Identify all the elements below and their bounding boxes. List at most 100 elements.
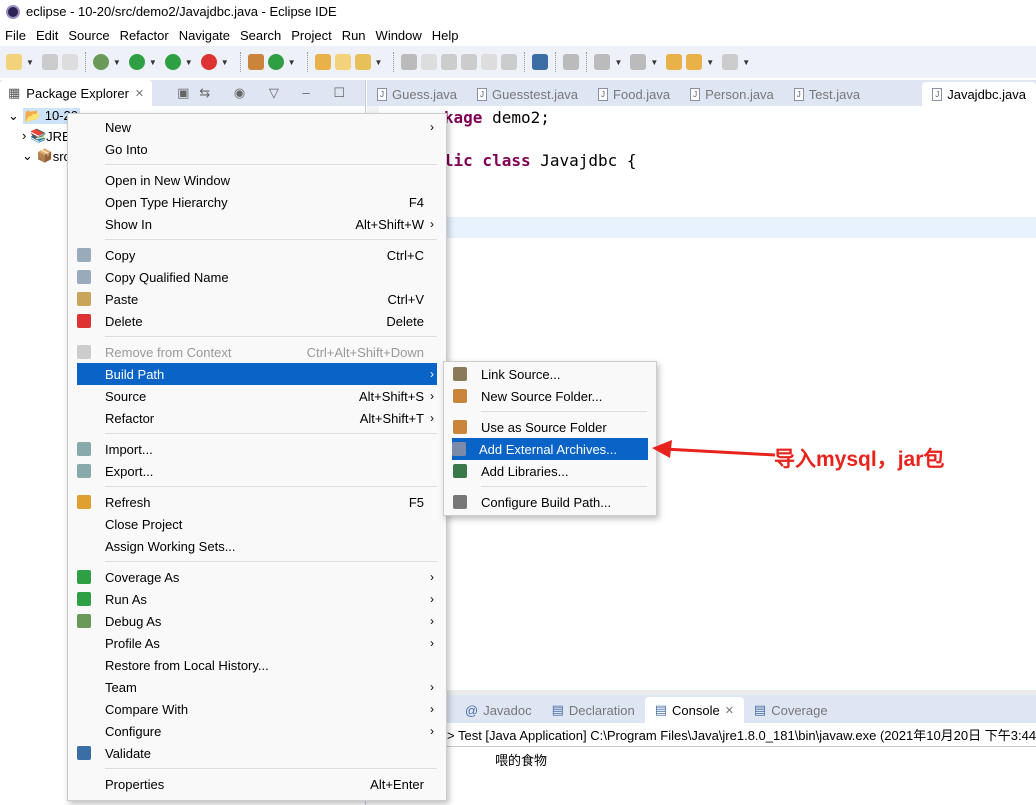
editor-tab-food-java[interactable]: J Food.java xyxy=(588,82,680,106)
build-path-submenu: Link Source... New Source Folder... Use as… xyxy=(443,361,657,516)
submenu-arrow-icon: › xyxy=(430,217,434,231)
editor-tab-guess-java[interactable]: J Guess.java xyxy=(367,82,467,106)
search-icon[interactable] xyxy=(354,54,371,70)
editor-tabs: J Guess.java J Guesstest.java J Food.java J Per… xyxy=(367,80,1036,106)
menu-item-use-as-source-folder[interactable]: Use as Source Folder xyxy=(444,416,656,438)
bottom-tab-console[interactable]: ▤ Console ✕ xyxy=(644,697,744,723)
menu-file[interactable]: File xyxy=(0,28,31,43)
menu-item-label: Refactor xyxy=(105,410,155,426)
menu-project[interactable]: Project xyxy=(286,28,336,43)
menu-item-compare-with[interactable]: Compare With › xyxy=(68,698,446,720)
menu-item-restore-from-local-history[interactable]: Restore from Local History... xyxy=(68,654,446,676)
menu-item-profile-as[interactable]: Profile As › xyxy=(68,632,446,654)
menu-item-import[interactable]: Import... xyxy=(68,438,446,460)
menu-item-refresh[interactable]: Refresh F5 xyxy=(68,491,446,513)
external-tools-icon[interactable] xyxy=(200,54,217,70)
editor-tab-person-java[interactable]: J Person.java xyxy=(680,82,784,106)
delete-icon xyxy=(77,314,91,328)
new-icon[interactable] xyxy=(6,54,22,70)
menu-search[interactable]: Search xyxy=(235,28,286,43)
toggle-icon[interactable] xyxy=(441,54,458,70)
open-folder-icon[interactable] xyxy=(334,54,351,70)
menu-item-coverage-as[interactable]: Coverage As › xyxy=(68,566,446,588)
menu-item-remove-from-context[interactable]: Remove from Context Ctrl+Alt+Shift+Down xyxy=(68,341,446,363)
bottom-tab-declaration[interactable]: ▤ Declaration xyxy=(542,697,645,723)
back-icon[interactable] xyxy=(686,54,703,70)
shortcut: Alt+Enter xyxy=(370,776,424,792)
menu-item-assign-working-sets[interactable]: Assign Working Sets... xyxy=(68,535,446,557)
format-icon[interactable] xyxy=(481,54,498,70)
editor-tab-javajdbc-java[interactable]: J Javajdbc.java xyxy=(922,82,1036,106)
new-package-icon[interactable] xyxy=(247,54,264,70)
prev-annotation-icon[interactable] xyxy=(630,54,647,70)
menu-item-link-source[interactable]: Link Source... xyxy=(444,363,656,385)
menu-item-label: Paste xyxy=(105,291,139,307)
menu-item-source[interactable]: Source Alt+Shift+S › xyxy=(68,385,446,407)
editor-tab-guesstest-java[interactable]: J Guesstest.java xyxy=(467,82,588,106)
menu-item-validate[interactable]: Validate xyxy=(68,742,446,764)
annotation-icon[interactable] xyxy=(401,54,418,70)
bottom-tab-javadoc[interactable]: @ Javadoc xyxy=(455,697,542,723)
menu-item-open-in-new-window[interactable]: Open in New Window xyxy=(68,169,446,191)
menu-item-configure-build-path[interactable]: Configure Build Path... xyxy=(444,491,656,513)
last-edit-icon[interactable] xyxy=(666,54,683,70)
menu-help[interactable]: Help xyxy=(427,28,464,43)
menu-item-close-project[interactable]: Close Project xyxy=(68,513,446,535)
menu-item-paste[interactable]: Paste Ctrl+V xyxy=(68,288,446,310)
submenu-arrow-icon: › xyxy=(430,614,434,628)
menu-item-add-external-archives[interactable]: Add External Archives... xyxy=(452,438,648,460)
new-class-icon[interactable] xyxy=(267,54,284,70)
coverage-icon[interactable] xyxy=(164,54,181,70)
close-icon[interactable]: ✕ xyxy=(725,704,734,717)
mark-icon[interactable] xyxy=(421,54,438,70)
import-icon xyxy=(77,442,91,456)
save-icon[interactable] xyxy=(41,54,58,70)
editor-tab-test-java[interactable]: J Test.java xyxy=(784,82,870,106)
package-explorer-tab[interactable]: ▦ Package Explorer ✕ xyxy=(0,80,153,106)
menu-item-run-as[interactable]: Run As › xyxy=(68,588,446,610)
shortcut: Ctrl+C xyxy=(386,247,424,263)
menu-run[interactable]: Run xyxy=(337,28,371,43)
view-controls[interactable]: ▣⇆ ◉ ▽ – ☐ xyxy=(177,85,365,101)
menu-item-go-into[interactable]: Go Into xyxy=(68,138,446,160)
configure-icon xyxy=(453,495,467,509)
menu-window[interactable]: Window xyxy=(371,28,427,43)
menu-source[interactable]: Source xyxy=(63,28,114,43)
menu-item-build-path[interactable]: Build Path › xyxy=(77,363,437,385)
next-annotation-icon[interactable] xyxy=(594,54,611,70)
run-icon[interactable] xyxy=(128,54,145,70)
debug-icon[interactable] xyxy=(92,54,109,70)
forward-icon[interactable] xyxy=(722,54,739,70)
close-icon[interactable]: ✕ xyxy=(135,87,144,100)
menu-item-show-in[interactable]: Show In Alt+Shift+W › xyxy=(68,213,446,235)
menu-item-copy[interactable]: Copy Ctrl+C xyxy=(68,244,446,266)
save-all-icon[interactable] xyxy=(61,54,78,70)
menu-item-configure[interactable]: Configure › xyxy=(68,720,446,742)
menu-separator xyxy=(68,482,446,491)
menu-item-debug-as[interactable]: Debug As › xyxy=(68,610,446,632)
pin-icon[interactable] xyxy=(563,54,580,70)
pilcrow-icon[interactable] xyxy=(501,54,518,70)
menu-item-refactor[interactable]: Refactor Alt+Shift+T › xyxy=(68,407,446,429)
menu-item-open-type-hierarchy[interactable]: Open Type Hierarchy F4 xyxy=(68,191,446,213)
java-file-icon: J xyxy=(598,87,609,101)
menu-navigate[interactable]: Navigate xyxy=(174,28,235,43)
menu-item-label: Go Into xyxy=(105,141,148,157)
bottom-tab-coverage[interactable]: ▤ Coverage xyxy=(744,697,838,723)
menu-edit[interactable]: Edit xyxy=(31,28,63,43)
open-type-icon[interactable] xyxy=(314,54,331,70)
menu-item-new-source-folder[interactable]: New Source Folder... xyxy=(444,385,656,407)
menu-separator xyxy=(68,332,446,341)
code-line: public class Javajdbc { xyxy=(415,151,637,170)
block-icon[interactable] xyxy=(461,54,478,70)
menu-item-team[interactable]: Team › xyxy=(68,676,446,698)
menu-item-add-libraries[interactable]: Add Libraries... xyxy=(444,460,656,482)
menu-item-label: Open Type Hierarchy xyxy=(105,194,228,210)
menu-refactor[interactable]: Refactor xyxy=(115,28,174,43)
console-icon[interactable] xyxy=(532,54,549,70)
menu-item-new[interactable]: New › xyxy=(68,116,446,138)
menu-item-export[interactable]: Export... xyxy=(68,460,446,482)
menu-item-properties[interactable]: Properties Alt+Enter xyxy=(68,773,446,795)
menu-item-delete[interactable]: Delete Delete xyxy=(68,310,446,332)
menu-item-copy-qualified-name[interactable]: Copy Qualified Name xyxy=(68,266,446,288)
